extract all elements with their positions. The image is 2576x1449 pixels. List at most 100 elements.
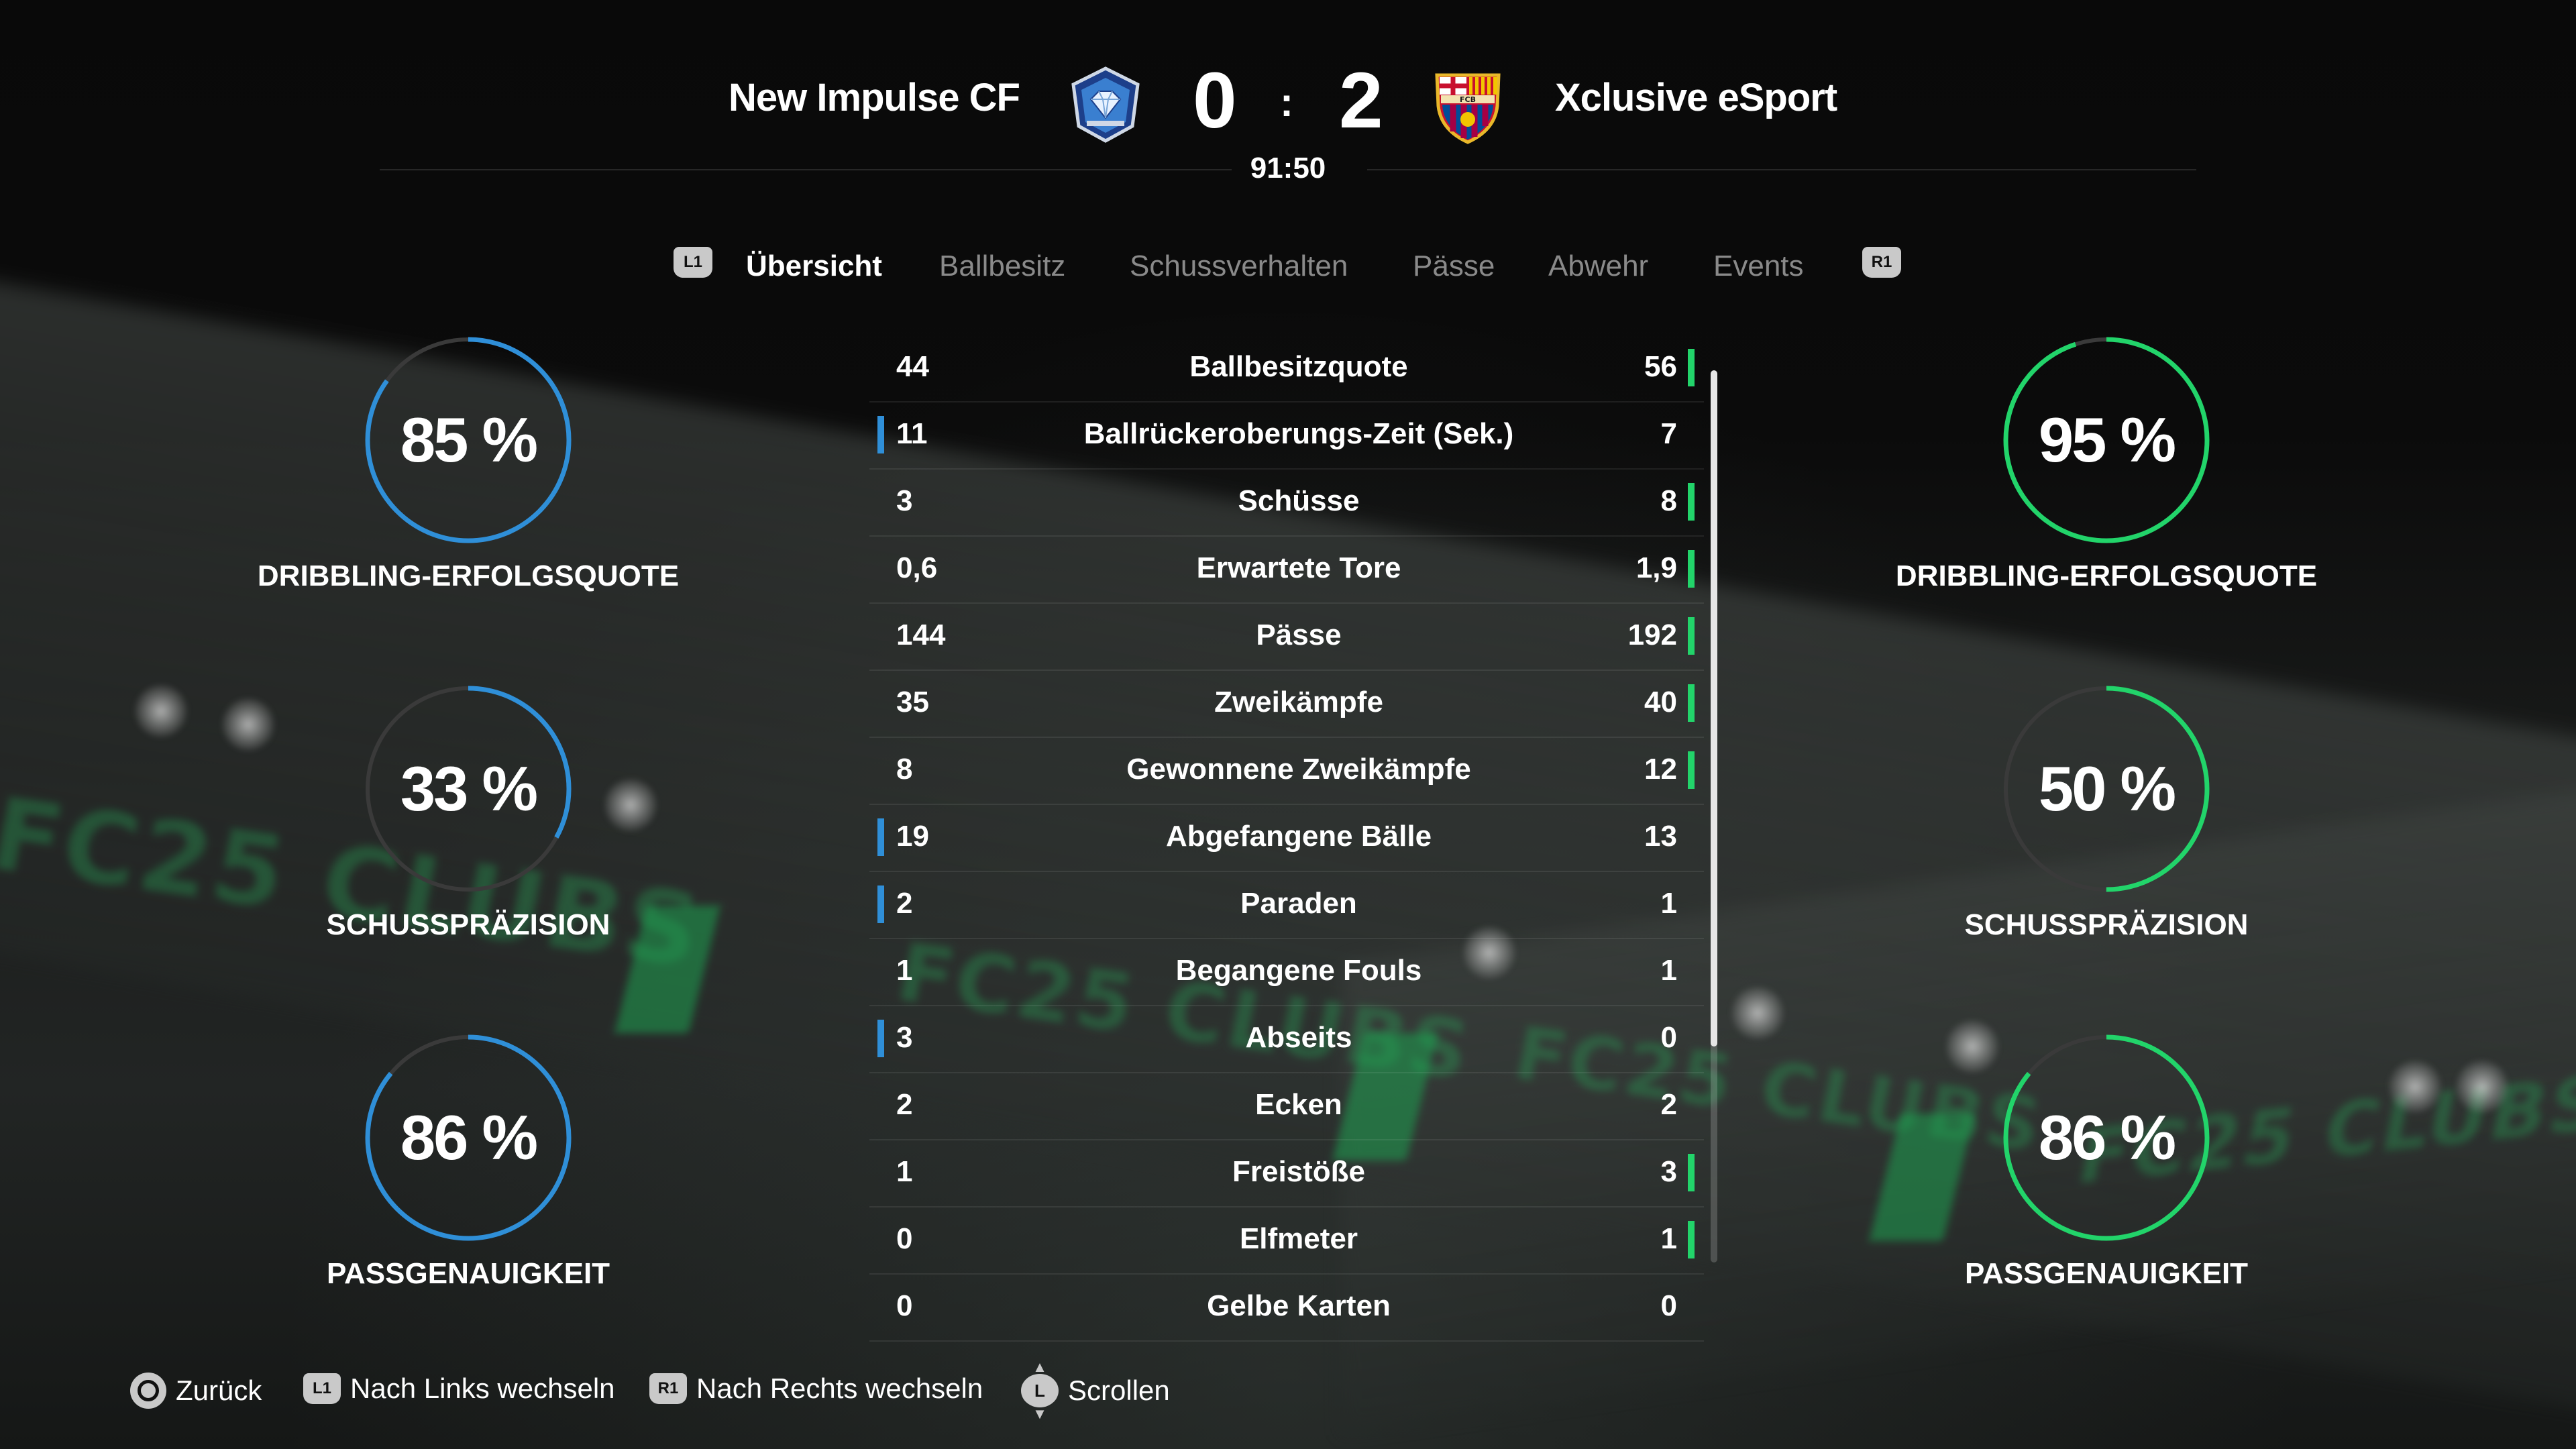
away-lead-marker [1688, 1154, 1695, 1191]
tab-possession[interactable]: Ballbesitz [939, 250, 1065, 283]
away-lead-marker [1688, 483, 1695, 521]
stat-row: 1 Freistöße 3 [869, 1140, 1704, 1208]
stat-label: Gelbe Karten [1207, 1289, 1391, 1322]
stat-row: 3 Abseits 0 [869, 1006, 1704, 1073]
gauge-value: 50 % [2038, 753, 2176, 824]
background-floodlight [221, 698, 275, 751]
stat-row: 1 Begangene Fouls 1 [869, 939, 1704, 1006]
stat-label: Abseits [1245, 1021, 1352, 1054]
background-floodlight [1945, 1020, 1999, 1073]
away-lead-marker [1688, 349, 1695, 386]
home-stat-value: 35 [896, 686, 929, 718]
gauge-label: SCHUSSPRÄZISION [1964, 908, 2249, 941]
away-lead-marker [1688, 684, 1695, 722]
home-lead-marker [877, 416, 884, 453]
home-stat-value: 144 [896, 619, 946, 651]
stat-label: Zweikämpfe [1214, 686, 1383, 718]
l1-button-icon[interactable]: L1 [674, 247, 712, 278]
gauge-label: DRIBBLING-ERFOLGSQUOTE [257, 559, 680, 592]
l1-button-icon: L1 [303, 1373, 341, 1404]
tab-overview[interactable]: Übersicht [746, 250, 882, 283]
away-score: 2 [1339, 56, 1383, 145]
away-pass-accuracy-gauge: 86 % [1999, 1030, 2214, 1245]
fc-barcelona-crest-icon: FCB [1428, 64, 1508, 145]
switch-right-label: Nach Rechts wechseln [696, 1373, 983, 1404]
background-floodlight [2455, 1060, 2509, 1114]
stat-label: Begangene Fouls [1175, 954, 1422, 987]
tab-defense[interactable]: Abwehr [1548, 250, 1648, 283]
stat-row: 2 Ecken 2 [869, 1073, 1704, 1140]
stat-row: 44 Ballbesitzquote 56 [869, 335, 1704, 402]
stats-scrollbar-thumb[interactable] [1711, 370, 1717, 1046]
away-lead-marker [1688, 751, 1695, 789]
stat-label: Pässe [1256, 619, 1342, 651]
stat-label: Gewonnene Zweikämpfe [1126, 753, 1471, 786]
home-stat-value: 3 [896, 484, 913, 517]
stat-row: 0 Elfmeter 1 [869, 1208, 1704, 1275]
home-stat-value: 2 [896, 1088, 913, 1121]
away-stat-value: 7 [1660, 417, 1677, 450]
home-stat-value: 44 [896, 350, 929, 383]
home-stat-value: 2 [896, 887, 913, 920]
away-stat-value: 1 [1660, 1222, 1677, 1255]
gauge-value: 86 % [400, 1102, 538, 1173]
away-stat-value: 1 [1660, 887, 1677, 920]
stat-label: Schüsse [1238, 484, 1360, 517]
away-stat-value: 8 [1660, 484, 1677, 517]
stat-row: 2 Paraden 1 [869, 872, 1704, 939]
home-shot-accuracy-gauge: 33 % [361, 682, 576, 896]
away-stat-value: 13 [1644, 820, 1677, 853]
gauge-value: 33 % [400, 753, 538, 824]
home-stat-value: 8 [896, 753, 913, 786]
tab-passes[interactable]: Pässe [1413, 250, 1495, 283]
away-stat-value: 1,9 [1635, 551, 1677, 584]
home-stat-value: 0,6 [896, 551, 938, 584]
stat-row: 3 Schüsse 8 [869, 470, 1704, 537]
stat-row: 11 Ballrückeroberungs-Zeit (Sek.) 7 [869, 402, 1704, 470]
r1-button-icon: R1 [649, 1373, 687, 1404]
away-shot-accuracy-gauge: 50 % [1999, 682, 2214, 896]
back-hint[interactable]: Zurück [130, 1373, 262, 1409]
away-stat-value: 12 [1644, 753, 1677, 786]
button-hints-footer: Zurück L1 Nach Links wechseln R1 Nach Re… [0, 1360, 1342, 1421]
scoreboard-header: New Impulse CF 0 : 2 FCB Xclusive eSport… [0, 0, 2576, 201]
header-divider [380, 169, 1232, 170]
home-score: 0 [1193, 56, 1237, 145]
background-floodlight [134, 684, 188, 738]
gauge-label: SCHUSSPRÄZISION [326, 908, 610, 941]
home-stat-value: 19 [896, 820, 929, 853]
switch-left-hint[interactable]: L1 Nach Links wechseln [303, 1373, 615, 1405]
stat-row: 0,6 Erwartete Tore 1,9 [869, 537, 1704, 604]
gauge-label: DRIBBLING-ERFOLGSQUOTE [1895, 559, 2318, 592]
switch-right-hint[interactable]: R1 Nach Rechts wechseln [649, 1373, 983, 1405]
away-lead-marker [1688, 617, 1695, 655]
stat-label: Elfmeter [1239, 1222, 1358, 1255]
away-lead-marker [1688, 1221, 1695, 1258]
switch-left-label: Nach Links wechseln [350, 1373, 615, 1404]
away-stat-value: 2 [1660, 1088, 1677, 1121]
home-stat-value: 0 [896, 1222, 913, 1255]
stat-row: 35 Zweikämpfe 40 [869, 671, 1704, 738]
stat-label: Ballbesitzquote [1189, 350, 1408, 383]
home-team-name: New Impulse CF [729, 76, 1020, 119]
r1-button-icon[interactable]: R1 [1862, 247, 1901, 278]
diamond-shield-crest-icon [1065, 64, 1146, 145]
away-stat-value: 40 [1644, 686, 1677, 718]
match-stats-table[interactable]: 44 Ballbesitzquote 56 11 Ballrückeroberungs-… [869, 335, 1704, 1342]
away-team-name: Xclusive eSport [1555, 76, 1837, 119]
stat-label: Erwartete Tore [1196, 551, 1401, 584]
background-floodlight [1731, 986, 1784, 1040]
home-stat-value: 1 [896, 1155, 913, 1188]
scroll-hint[interactable]: ▲ L ▼ Scrollen [1021, 1360, 1170, 1421]
tab-shooting[interactable]: Schussverhalten [1130, 250, 1348, 283]
stat-label: Freistöße [1232, 1155, 1366, 1188]
circle-button-icon [130, 1373, 166, 1409]
home-stat-value: 3 [896, 1021, 913, 1054]
home-pass-accuracy-gauge: 86 % [361, 1030, 576, 1245]
stat-label: Paraden [1240, 887, 1357, 920]
stats-tab-bar: L1 Übersicht Ballbesitz Schussverhalten … [0, 243, 2576, 290]
away-dribbling-gauge: 95 % [1999, 333, 2214, 547]
home-lead-marker [877, 885, 884, 923]
tab-events[interactable]: Events [1713, 250, 1804, 283]
gauge-label: PASSGENAUIGKEIT [326, 1257, 610, 1290]
